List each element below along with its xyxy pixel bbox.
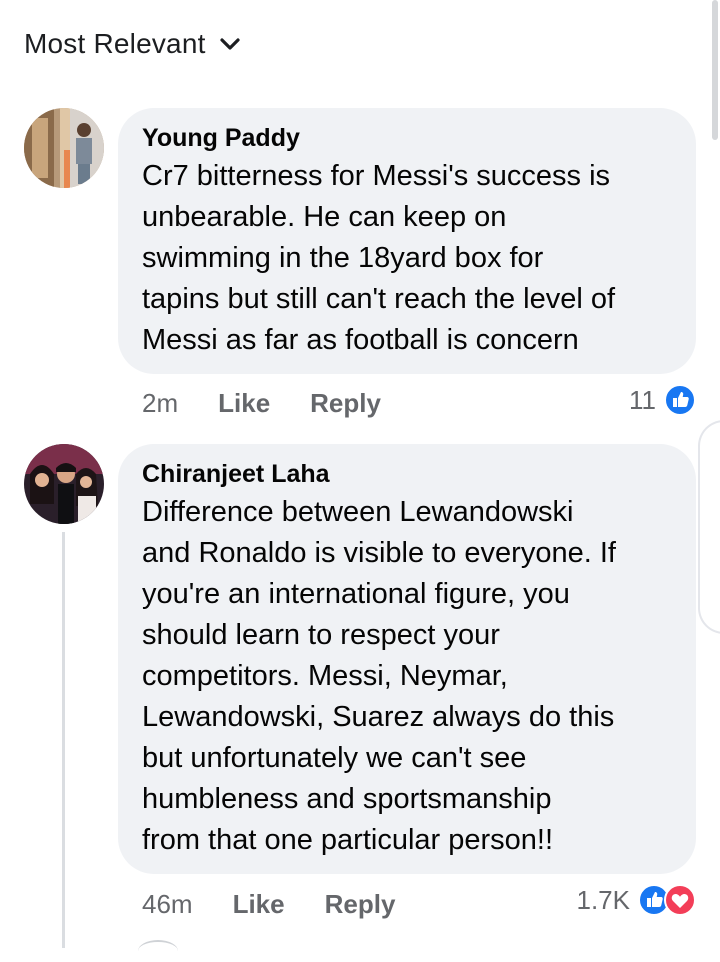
like-button[interactable]: Like [233,889,285,920]
comment-time[interactable]: 2m [142,388,178,419]
reaction-summary[interactable]: 11 [629,384,696,416]
chevron-down-icon [219,38,240,50]
like-icon [664,384,696,416]
reaction-summary[interactable]: 1.7K [576,884,696,916]
avatar[interactable] [24,444,104,524]
like-button[interactable]: Like [218,388,270,419]
comment-actions: 46m Like Reply [142,889,435,920]
sort-dropdown[interactable]: Most Relevant [24,28,240,60]
avatar-image [24,444,104,524]
love-icon [664,884,696,916]
comment-bubble: Young Paddy Cr7 bitterness for Messi's s… [118,108,696,374]
reply-button[interactable]: Reply [310,388,381,419]
reaction-count: 1.7K [576,884,631,915]
scrollbar-thumb[interactable] [712,0,718,140]
comment-actions: 2m Like Reply [142,388,421,419]
comment-author[interactable]: Chiranjeet Laha [142,458,672,490]
avatar[interactable] [24,108,104,188]
scrollbar[interactable] [710,0,720,140]
sort-label: Most Relevant [24,28,206,59]
reaction-count: 11 [629,384,656,415]
reply-button[interactable]: Reply [325,889,396,920]
comment-time[interactable]: 46m [142,889,193,920]
avatar-image [24,108,104,188]
thread-line [62,532,65,948]
comment-text: Difference between Lewandowski and Ronal… [142,496,616,856]
side-panel-edge [698,420,720,634]
next-comment-avatar-edge [138,940,178,962]
comment-text: Cr7 bitterness for Messi's success is un… [142,160,616,356]
comment-bubble: Chiranjeet Laha Difference between Lewan… [118,444,696,874]
comment-author[interactable]: Young Paddy [142,122,672,154]
